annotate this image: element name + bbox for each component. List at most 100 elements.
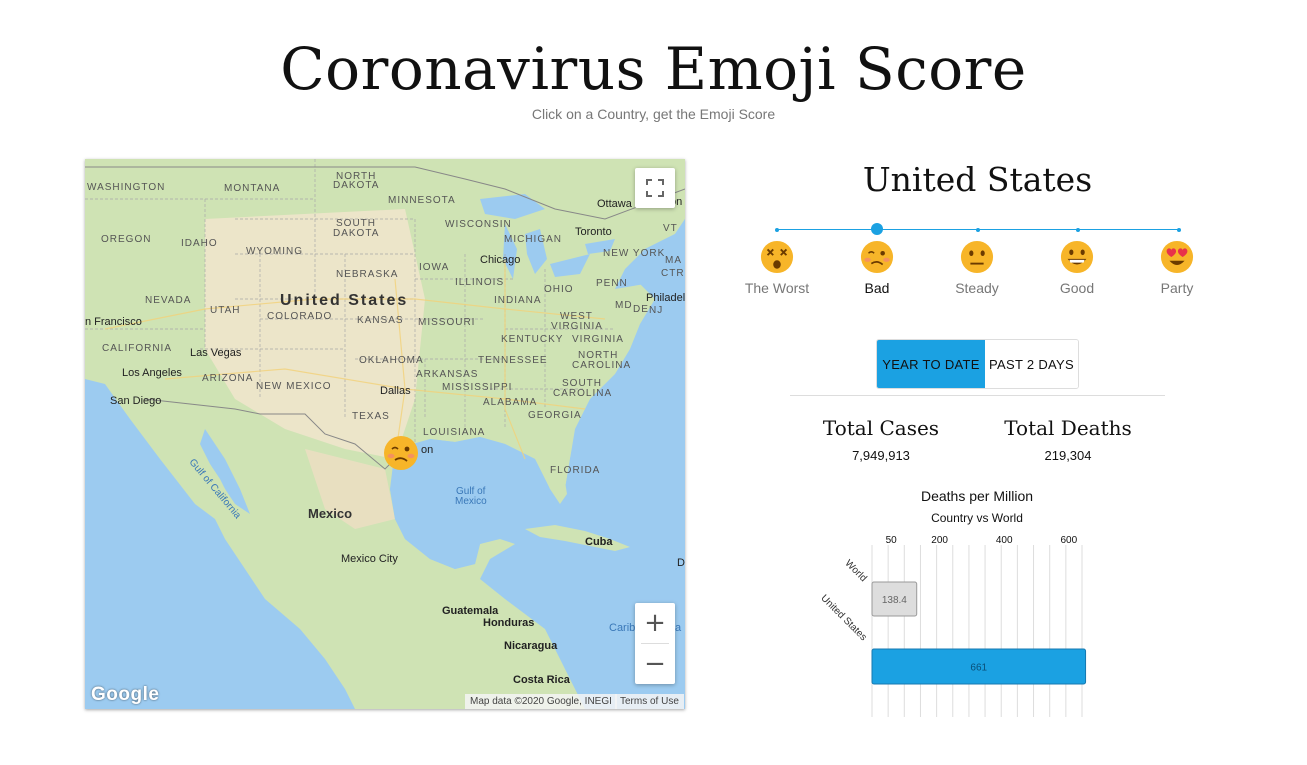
map-label: NJ bbox=[649, 305, 664, 316]
map-label: MONTANA bbox=[224, 183, 281, 194]
map-label: INDIANA bbox=[494, 295, 542, 306]
chart-tick-label: 400 bbox=[996, 535, 1013, 546]
total-cases-label: Total Cases bbox=[822, 416, 940, 440]
map-label: IDAHO bbox=[181, 238, 218, 249]
zoom-control: + − bbox=[635, 603, 675, 684]
map-label: WISCONSIN bbox=[445, 219, 512, 230]
map-label: WYOMING bbox=[246, 246, 303, 257]
score-level-good: Good bbox=[1037, 240, 1117, 296]
map-label: OREGON bbox=[101, 234, 152, 245]
map-label: Ottawa bbox=[597, 198, 632, 210]
map-label: IOWA bbox=[419, 262, 450, 273]
map-label: Dallas bbox=[380, 385, 411, 397]
chart-tick-label: 600 bbox=[1061, 535, 1078, 546]
map-label: NEW YORK bbox=[603, 248, 666, 259]
map-label: TEXAS bbox=[352, 411, 390, 422]
score-level-label: The Worst bbox=[744, 280, 810, 296]
scale-tick bbox=[976, 227, 980, 232]
total-deaths-label: Total Deaths bbox=[1004, 416, 1132, 440]
deaths-per-million-chart: Deaths per Million Country vs World 50 20… bbox=[818, 488, 1087, 717]
period-toggle: YEAR TO DATE PAST 2 DAYS bbox=[876, 339, 1079, 389]
map-label: CALIFORNIA bbox=[102, 343, 173, 354]
score-scale-knob bbox=[871, 223, 883, 235]
fullscreen-icon bbox=[646, 179, 664, 197]
map-label: Las Vegas bbox=[190, 347, 242, 359]
past-2-days-button[interactable]: PAST 2 DAYS bbox=[985, 340, 1078, 388]
terms-of-use-link[interactable]: Terms of Use bbox=[615, 694, 684, 709]
score-level-label: Bad bbox=[864, 280, 890, 296]
page-title: Coronavirus Emoji Score bbox=[280, 35, 1027, 103]
score-level-label: Party bbox=[1160, 280, 1194, 296]
map-label: Toronto bbox=[575, 226, 612, 238]
map-label: MISSOURI bbox=[418, 317, 476, 328]
map-label: NEBRASKA bbox=[336, 269, 399, 280]
country-name: United States bbox=[862, 160, 1093, 199]
map-label: PENN bbox=[596, 278, 628, 289]
map-label: Mexico bbox=[308, 506, 353, 521]
map-label: VIRGINIA bbox=[572, 334, 624, 345]
chart-tick-label: 50 bbox=[886, 535, 898, 546]
map-label: MA bbox=[665, 255, 682, 266]
scale-tick bbox=[1177, 227, 1181, 232]
map-label: UTAH bbox=[210, 305, 241, 316]
zoom-out-button[interactable]: − bbox=[635, 644, 675, 684]
year-to-date-button[interactable]: YEAR TO DATE bbox=[877, 340, 985, 388]
map-label: KANSAS bbox=[357, 315, 404, 326]
map-label: Mexico City bbox=[341, 553, 398, 565]
map-label: Cuba bbox=[585, 536, 613, 548]
map-label: CTR bbox=[661, 268, 685, 279]
map-label: Carib bbox=[609, 622, 636, 634]
map-label: OHIO bbox=[544, 284, 574, 295]
map-label: n Francisco bbox=[85, 316, 142, 328]
scale-tick bbox=[775, 227, 779, 232]
grinning-face-emoji-icon bbox=[1060, 240, 1094, 274]
zoom-in-button[interactable]: + bbox=[635, 603, 675, 643]
woozy-face-emoji-icon bbox=[860, 240, 894, 274]
map-label: Honduras bbox=[483, 617, 535, 629]
map-label: Chicago bbox=[480, 254, 521, 266]
score-level-bad: Bad bbox=[837, 240, 917, 296]
score-level-steady: Steady bbox=[937, 240, 1017, 296]
map-label: WASHINGTON bbox=[87, 182, 166, 193]
map-label: D bbox=[677, 557, 685, 569]
map-label: GEORGIA bbox=[528, 410, 582, 421]
map-label: NEW MEXICO bbox=[256, 381, 332, 392]
map-label: NEVADA bbox=[145, 295, 192, 306]
map-label: ILLINOIS bbox=[455, 277, 505, 288]
score-level-label: Good bbox=[1059, 280, 1095, 296]
chart-tick-label: 200 bbox=[931, 535, 948, 546]
world-map[interactable]: WASHINGTON MONTANA NORTH DAKOTA MINNESOT… bbox=[85, 159, 685, 709]
map-label: MICHIGAN bbox=[504, 234, 562, 245]
map-label: DAKOTA bbox=[333, 180, 380, 191]
map-label: FLORIDA bbox=[550, 465, 601, 476]
score-level-label: Steady bbox=[955, 280, 999, 296]
map-terrain bbox=[85, 159, 685, 709]
section-divider bbox=[790, 395, 1165, 396]
google-logo[interactable]: Google bbox=[91, 684, 159, 706]
chart-category-label: World bbox=[843, 558, 869, 584]
map-label: TENNESSEE bbox=[478, 355, 548, 366]
map-label: ALABAMA bbox=[483, 397, 538, 408]
scale-tick bbox=[1076, 227, 1080, 232]
total-cases-value: 7,949,913 bbox=[852, 448, 910, 463]
map-label: CAROLINA bbox=[572, 360, 632, 371]
score-level-party: Party bbox=[1137, 240, 1217, 296]
page-subtitle: Click on a Country, get the Emoji Score bbox=[531, 106, 776, 122]
map-label: OKLAHOMA bbox=[359, 355, 424, 366]
woozy-face-emoji-icon[interactable] bbox=[383, 435, 419, 471]
map-label: VT bbox=[663, 223, 678, 234]
map-label: MINNESOTA bbox=[388, 195, 456, 206]
fullscreen-button[interactable] bbox=[635, 168, 675, 208]
map-label: DAKOTA bbox=[333, 228, 380, 239]
map-label: Los Angeles bbox=[122, 367, 182, 379]
map-label: Costa Rica bbox=[513, 674, 570, 686]
map-label: Nicaragua bbox=[504, 640, 558, 652]
map-label: KENTUCKY bbox=[501, 334, 564, 345]
map-label: Mexico bbox=[455, 496, 487, 507]
map-label: United States bbox=[280, 292, 409, 309]
map-label: CAROLINA bbox=[553, 388, 613, 399]
map-label: a bbox=[675, 622, 682, 634]
map-label: VIRGINIA bbox=[551, 321, 603, 332]
map-label: MISSISSIPPI bbox=[442, 382, 513, 393]
map-label: on bbox=[421, 444, 434, 456]
